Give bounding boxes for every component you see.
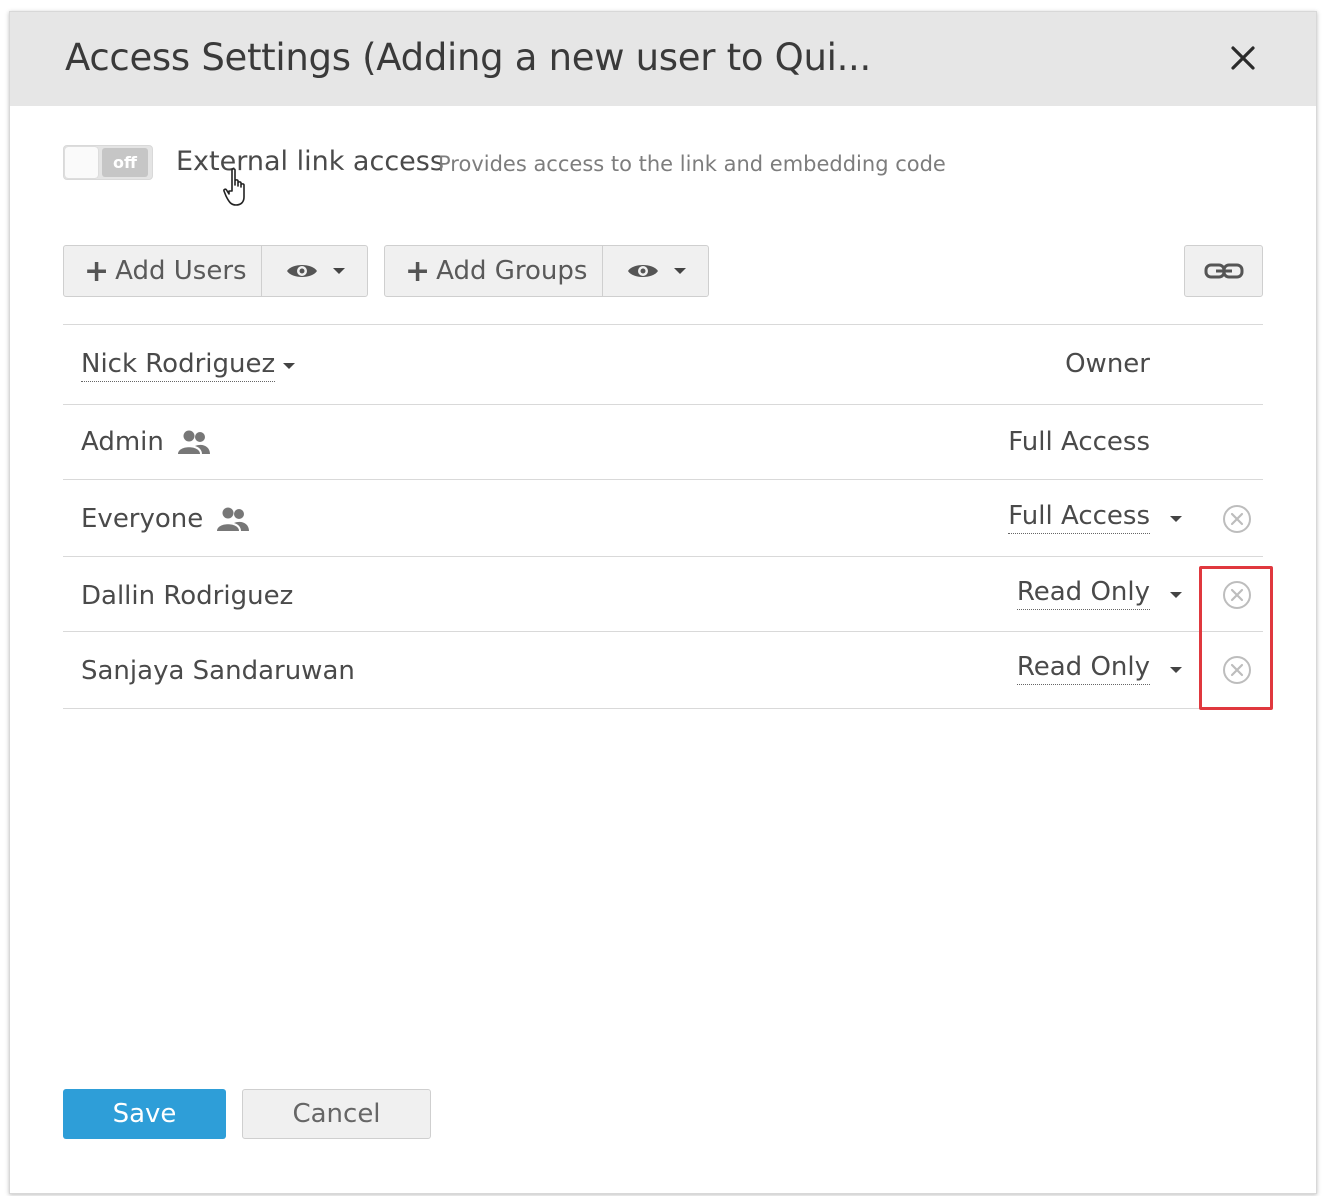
permission-dropdown[interactable]: Full Access bbox=[1008, 501, 1150, 534]
group-name: Admin bbox=[81, 427, 212, 457]
list-item: Nick Rodriguez Owner bbox=[63, 324, 1263, 404]
save-button[interactable]: Save bbox=[63, 1089, 226, 1139]
dialog-title: Access Settings (Adding a new user to Qu… bbox=[65, 36, 871, 79]
add-groups-label: Add Groups bbox=[436, 256, 588, 286]
chevron-down-icon bbox=[283, 362, 296, 369]
group-icon bbox=[177, 430, 210, 454]
permission-label: Owner bbox=[1065, 349, 1150, 379]
chevron-down-icon bbox=[1170, 667, 1182, 673]
add-users-group: + Add Users bbox=[63, 245, 368, 297]
user-name: Sanjaya Sandaruwan bbox=[81, 656, 355, 686]
close-icon[interactable] bbox=[1225, 40, 1261, 76]
cancel-button[interactable]: Cancel bbox=[242, 1089, 431, 1139]
chevron-down-icon bbox=[332, 268, 345, 274]
list-item: Admin Full Access bbox=[63, 404, 1263, 479]
add-groups-button[interactable]: + Add Groups bbox=[385, 246, 603, 296]
permission-dropdown[interactable]: Read Only bbox=[1016, 652, 1150, 685]
user-permission-dropdown[interactable] bbox=[262, 246, 367, 296]
list-item: Sanjaya Sandaruwan Read Only bbox=[63, 631, 1263, 709]
group-permission-dropdown[interactable] bbox=[603, 246, 708, 296]
chevron-down-icon bbox=[1170, 516, 1182, 522]
owner-name-dropdown[interactable]: Nick Rodriguez bbox=[81, 349, 296, 382]
toggle-state-label: off bbox=[102, 148, 148, 177]
list-item: Everyone Full Access bbox=[63, 479, 1263, 556]
plus-icon: + bbox=[84, 253, 110, 289]
hand-cursor-icon bbox=[223, 168, 245, 206]
link-icon bbox=[1204, 263, 1243, 279]
list-item: Dallin Rodriguez Read Only bbox=[63, 556, 1263, 631]
permission-label: Full Access bbox=[1008, 427, 1150, 457]
group-name: Everyone bbox=[81, 504, 251, 534]
add-users-button[interactable]: + Add Users bbox=[64, 246, 262, 296]
group-label: Everyone bbox=[81, 504, 204, 534]
eye-icon bbox=[627, 265, 658, 277]
toggle-knob bbox=[65, 147, 98, 178]
add-groups-group: + Add Groups bbox=[384, 245, 709, 297]
external-link-label: External link access bbox=[176, 146, 444, 177]
permission-dropdown[interactable]: Read Only bbox=[1016, 577, 1150, 610]
group-icon bbox=[217, 507, 250, 531]
user-name: Nick Rodriguez bbox=[81, 349, 276, 382]
external-link-description: Provides access to the link and embeddin… bbox=[438, 152, 946, 176]
remove-icon[interactable] bbox=[1221, 503, 1253, 535]
copy-link-button[interactable] bbox=[1184, 245, 1263, 297]
plus-icon: + bbox=[405, 253, 431, 289]
eye-icon bbox=[286, 265, 317, 277]
add-users-label: Add Users bbox=[115, 256, 247, 286]
annotation-highlight bbox=[1199, 566, 1273, 710]
chevron-down-icon bbox=[673, 268, 686, 274]
access-list: Nick Rodriguez Owner Admin Full Access E… bbox=[63, 324, 1263, 709]
chevron-down-icon bbox=[1170, 592, 1182, 598]
external-link-toggle[interactable]: off bbox=[63, 145, 153, 180]
group-label: Admin bbox=[81, 427, 164, 457]
user-name: Dallin Rodriguez bbox=[81, 581, 294, 611]
dialog-header: Access Settings (Adding a new user to Qu… bbox=[10, 12, 1316, 106]
